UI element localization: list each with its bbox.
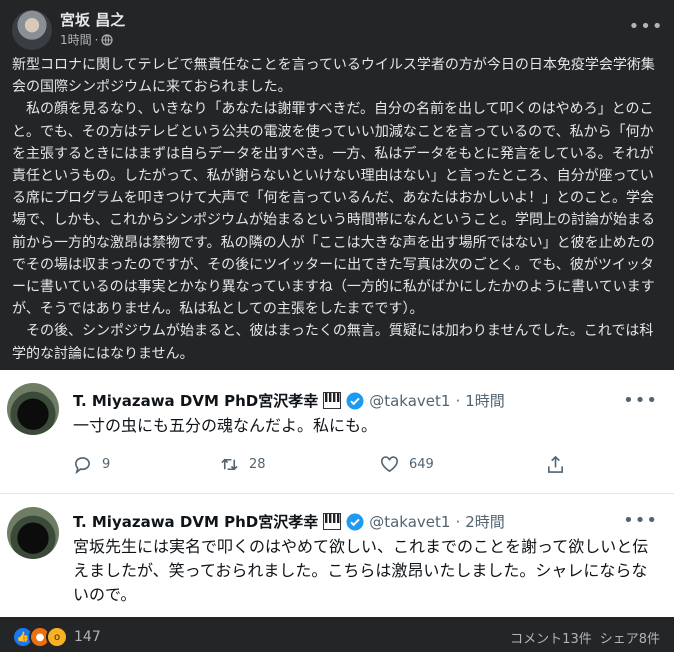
tweet-handle[interactable]: @takavet1 xyxy=(369,513,450,531)
wow-reaction-icon: o xyxy=(46,626,68,648)
share-button[interactable] xyxy=(546,455,565,474)
tweet-author-name[interactable]: T. Miyazawa DVM PhD宮沢孝幸 xyxy=(73,511,318,532)
verified-badge-icon xyxy=(346,392,364,409)
reply-count: 9 xyxy=(102,457,111,472)
tweet-card[interactable]: T. Miyazawa DVM PhD宮沢孝幸 @takavet1 · 1時間 … xyxy=(0,370,674,493)
globe-icon xyxy=(101,33,114,46)
tweet-header: T. Miyazawa DVM PhD宮沢孝幸 @takavet1 · 2時間 xyxy=(73,511,505,532)
piano-keys-icon xyxy=(323,392,342,409)
post-body: 新型コロナに関してテレビで無責任なことを言っているウイルス学者の方が今日の日本免… xyxy=(12,57,656,362)
author-avatar[interactable] xyxy=(12,10,52,50)
like-button[interactable]: 649 xyxy=(380,455,434,474)
tweet-actions: 9 28 649 xyxy=(73,455,573,477)
like-count: 649 xyxy=(409,457,434,472)
tweet-card[interactable]: T. Miyazawa DVM PhD宮沢孝幸 @takavet1 · 2時間 … xyxy=(0,493,674,618)
reactions-summary[interactable]: 👍 ● o 147 xyxy=(12,626,101,648)
tweet-more-icon[interactable]: ••• xyxy=(623,390,658,411)
tweet-header: T. Miyazawa DVM PhD宮沢孝幸 @takavet1 · 1時間 xyxy=(73,390,505,411)
share-count[interactable]: シェア8件 xyxy=(600,628,660,647)
tweet-text: 一寸の虫にも五分の魂なんだよ。私にも。 xyxy=(73,416,378,435)
reply-button[interactable]: 9 xyxy=(73,455,110,474)
share-icon xyxy=(548,455,563,473)
verified-badge-icon xyxy=(346,513,364,530)
retweet-button[interactable]: 28 xyxy=(220,455,266,474)
tweet-avatar[interactable] xyxy=(7,507,59,559)
tweet-time[interactable]: 2時間 xyxy=(465,511,505,532)
tweet-text: 宮坂先生には実名で叩くのはやめて欲しい、これまでのことを謝って欲しいと伝えました… xyxy=(73,537,649,604)
tweet-time[interactable]: 1時間 xyxy=(465,390,505,411)
retweet-icon xyxy=(221,458,238,471)
post-author[interactable]: 宮坂 昌之 xyxy=(60,9,125,30)
post-header: 宮坂 昌之 1時間 · ••• xyxy=(0,0,674,52)
post-stats: コメント13件 シェア8件 xyxy=(510,628,660,647)
reaction-count: 147 xyxy=(74,629,101,645)
comment-count[interactable]: コメント13件 xyxy=(510,628,592,647)
tweet-avatar[interactable] xyxy=(7,383,59,435)
meta-separator: · xyxy=(94,32,99,47)
post-meta: 1時間 · xyxy=(60,31,114,48)
post-footer: 👍 ● o 147 コメント13件 シェア8件 xyxy=(0,617,674,652)
tweet-separator: · xyxy=(455,512,461,531)
tweet-separator: · xyxy=(455,391,461,410)
more-options-icon[interactable]: ••• xyxy=(629,12,663,40)
post-time[interactable]: 1時間 xyxy=(60,31,92,48)
retweet-count: 28 xyxy=(249,457,266,472)
piano-keys-icon xyxy=(323,513,342,530)
tweet-more-icon[interactable]: ••• xyxy=(623,510,658,531)
reply-icon xyxy=(75,457,90,474)
tweet-author-name[interactable]: T. Miyazawa DVM PhD宮沢孝幸 xyxy=(73,390,318,411)
tweet-handle[interactable]: @takavet1 xyxy=(369,392,450,410)
heart-icon xyxy=(381,456,398,473)
